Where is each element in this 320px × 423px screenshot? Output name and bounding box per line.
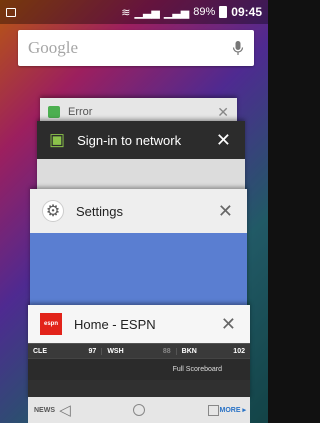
gear-icon: ⚙ <box>42 200 64 222</box>
gallery-notification-icon <box>6 7 16 17</box>
team-name: CLE <box>33 347 47 355</box>
score-cell: WSH 88 <box>102 347 177 355</box>
close-icon[interactable]: ✕ <box>221 315 236 333</box>
team-score: 102 <box>233 347 245 355</box>
card-title: Sign-in to network <box>77 132 182 148</box>
google-logo: Google <box>28 38 79 57</box>
home-icon[interactable] <box>133 404 146 416</box>
status-time: 09:45 <box>231 5 262 19</box>
card-header: espn Home - ESPN ✕ <box>28 305 250 343</box>
mic-icon[interactable] <box>232 40 244 56</box>
recent-card-settings[interactable]: ⚙ Settings ✕ <box>30 189 247 319</box>
team-name: WSH <box>107 347 124 355</box>
card-title: Settings <box>76 203 123 219</box>
status-bar: ≋ ▁▃▅ ▁▃▅ 89% 09:45 <box>0 0 268 24</box>
home-screen: ≋ ▁▃▅ ▁▃▅ 89% 09:45 Google Error ✕ ▣ Sig… <box>0 0 268 423</box>
card-title: Home - ESPN <box>74 316 156 332</box>
google-search-bar[interactable]: Google <box>18 30 254 66</box>
card-header: ⚙ Settings ✕ <box>30 189 247 233</box>
score-cell: CLE 97 <box>28 347 103 355</box>
close-icon[interactable]: ✕ <box>216 131 231 149</box>
close-icon[interactable]: ✕ <box>218 202 233 220</box>
espn-icon: espn <box>40 313 62 335</box>
more-label: MORE ▸ <box>219 407 246 414</box>
back-icon[interactable]: ◁ <box>59 401 71 419</box>
android-icon: ▣ <box>49 130 66 149</box>
card-header: ▣ Sign-in to network ✕ <box>37 121 245 159</box>
team-score: 97 <box>88 347 97 355</box>
team-name: BKN <box>181 347 197 355</box>
battery-icon <box>219 6 228 18</box>
signal-icon-2: ▁▃▅ <box>163 6 190 19</box>
card-title: Error <box>68 106 93 118</box>
status-right: ≋ ▁▃▅ ▁▃▅ 89% 09:45 <box>121 5 262 19</box>
battery-percent: 89% <box>193 6 216 18</box>
score-cell: BKN 102 <box>177 348 250 355</box>
news-label: NEWS <box>34 406 55 414</box>
wifi-icon: ≋ <box>121 6 131 19</box>
navigation-bar: NEWS ◁ MORE ▸ <box>28 397 250 423</box>
scores-strip: CLE 97 WSH 88 BKN 102 <box>28 343 250 358</box>
recents-icon[interactable] <box>207 404 219 416</box>
close-icon[interactable]: ✕ <box>217 105 229 119</box>
team-score: 88 <box>162 347 171 355</box>
error-app-icon <box>48 106 60 118</box>
signal-icon: ▁▃▅ <box>134 6 160 19</box>
full-scoreboard-link: Full Scoreboard <box>28 358 250 380</box>
recent-card-espn[interactable]: espn Home - ESPN ✕ CLE 97 WSH 88 BKN 102… <box>28 305 250 400</box>
